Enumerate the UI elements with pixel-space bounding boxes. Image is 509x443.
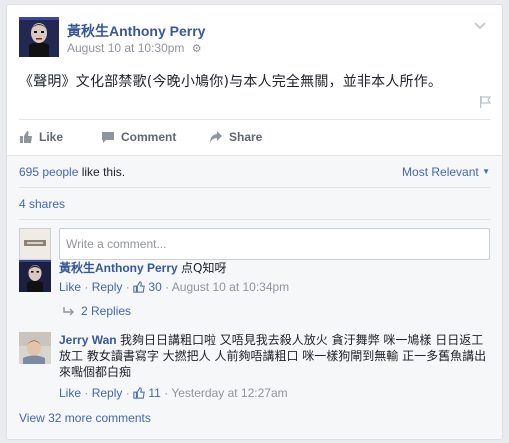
post-card: 黃秋生Anthony Perry August 10 at 10:30pm ⚙ … (6, 4, 503, 440)
likes-count-link[interactable]: 695 people (19, 165, 78, 179)
current-user-avatar (19, 228, 51, 260)
likes-summary: 695 people like this. (19, 165, 125, 179)
share-button[interactable]: Share (209, 130, 262, 144)
author-avatar[interactable] (19, 17, 59, 57)
post-meta: August 10 at 10:30pm ⚙ (67, 41, 202, 55)
gear-icon[interactable]: ⚙ (192, 42, 202, 55)
comment-button[interactable]: Comment (101, 130, 176, 144)
like-count-value: 11 (148, 386, 161, 400)
share-icon (210, 131, 222, 143)
sort-dropdown[interactable]: Most Relevant ▼ (402, 165, 490, 179)
likes-row: 695 people like this. Most Relevant ▼ (19, 156, 490, 188)
sort-label: Most Relevant (402, 165, 479, 179)
thumbs-up-icon (133, 281, 145, 293)
comment-like-link[interactable]: Like (59, 386, 81, 400)
post-text: 《聲明》文化部禁歌(今晚小鳩你)与本人完全無關，並非本人所作。 (19, 74, 443, 90)
replies-label: 2 Replies (81, 304, 132, 318)
post-header: 黃秋生Anthony Perry August 10 at 10:30pm ⚙ (19, 17, 490, 59)
comments-section: 695 people like this. Most Relevant ▼ 4 … (7, 155, 502, 439)
flag-icon[interactable] (478, 95, 492, 109)
caret-down-icon: ▼ (482, 167, 490, 176)
comment-like-count[interactable]: 11 (133, 386, 161, 400)
comment-body: 黃秋生Anthony Perry 点Q知呀 (59, 260, 490, 276)
comment-text: 我夠日日講粗口啦 又唔見我去殺人放火 貪汙舞弊 咪一鳩樣 日日返工放工 教女讀書… (59, 333, 487, 379)
shares-row: 4 shares (19, 188, 490, 220)
like-button[interactable]: Like (19, 130, 63, 144)
comment-author-avatar[interactable] (19, 332, 51, 364)
comment-timestamp[interactable]: August 10 at 10:34pm (172, 280, 289, 294)
comment-timestamp[interactable]: Yesterday at 12:27am (171, 386, 287, 400)
view-more-comments-link[interactable]: View 32 more comments (19, 411, 151, 425)
like-count-value: 30 (148, 280, 162, 294)
share-label: Share (229, 130, 263, 144)
likes-suffix: like this. (78, 165, 126, 179)
comment-actions: Like · Reply · 30 · August 10 at 10:34pm (59, 280, 290, 294)
comment-author[interactable]: Jerry Wan (59, 333, 117, 347)
comment-actions: Like · Reply · 11 · Yesterday at 12:27am (59, 386, 288, 400)
comment-text: 点Q知呀 (181, 261, 227, 275)
view-replies-link[interactable]: 2 Replies (63, 304, 131, 318)
like-label: Like (39, 130, 64, 144)
shares-link[interactable]: 4 shares (19, 197, 65, 211)
post-author[interactable]: 黃秋生Anthony Perry (67, 21, 205, 41)
thumbs-up-icon (133, 387, 145, 399)
comment-reply-link[interactable]: Reply (92, 280, 123, 294)
reply-arrow-icon (63, 307, 74, 316)
comment-composer (19, 228, 490, 260)
post-timestamp[interactable]: August 10 at 10:30pm (67, 41, 184, 55)
comment-author-avatar[interactable] (19, 260, 51, 292)
comment-reply-link[interactable]: Reply (92, 386, 123, 400)
comment-like-count[interactable]: 30 (133, 280, 162, 294)
comment-body: Jerry Wan 我夠日日講粗口啦 又唔見我去殺人放火 貪汙舞弊 咪一鳩樣 日… (59, 332, 490, 380)
post-actions: Like Comment Share (19, 119, 490, 151)
comment-like-link[interactable]: Like (59, 280, 81, 294)
comment-label: Comment (121, 130, 177, 144)
comment-icon (102, 132, 114, 143)
chevron-down-icon[interactable] (472, 17, 488, 33)
comment-author[interactable]: 黃秋生Anthony Perry (59, 261, 178, 275)
comment-input[interactable] (59, 228, 490, 260)
thumbs-up-icon (20, 131, 32, 143)
